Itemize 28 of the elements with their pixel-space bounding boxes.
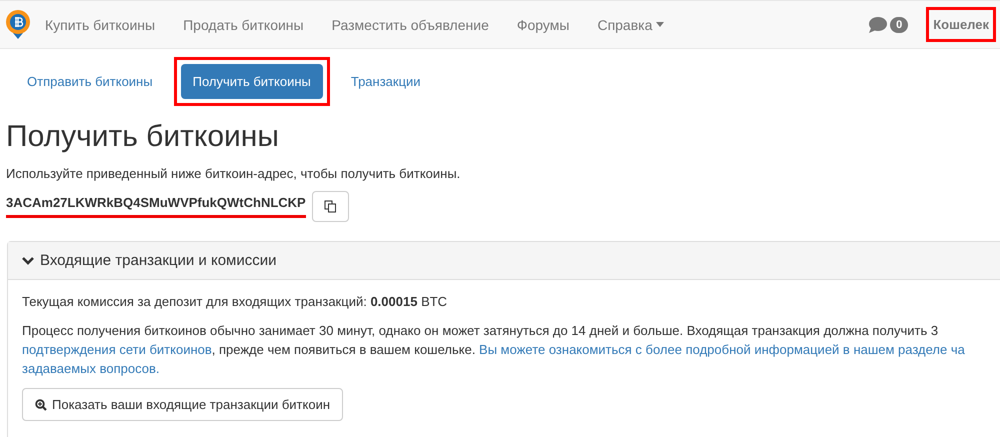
nav-link[interactable]: Продать биткоины (183, 16, 304, 32)
nav-link[interactable]: Форумы (516, 16, 570, 32)
nav-link[interactable]: Купить биткоины (45, 16, 156, 32)
copy-button[interactable] (312, 191, 349, 222)
intro-text: Используйте приведенный ниже биткоин-адрес, чтобы получить биткоины. (6, 166, 462, 181)
info-paragraph: Процесс получения биткоинов обычно занимает 30 минут, однако он может затянуться до 14 дней и больше. Входящая транзакция должна получить 3 подтверждения сети биткоинов, прежде чем появиться в вашем кошельке. Вы можете ознакомиться с более подробной информацией в нашем разделе ча задаваемых вопросов. (22, 322, 966, 378)
wallet-link[interactable]: Кошелек (926, 7, 996, 42)
faq-link[interactable]: подтверждения сети биткоинов (22, 342, 212, 357)
faq-link[interactable]: Вы можете ознакомиться с более подробной информацией в нашем разделе ча (479, 342, 965, 357)
panel-header[interactable]: Входящие транзакции и комиссии (8, 242, 1000, 280)
nav-link[interactable]: Справка (597, 16, 664, 32)
logo-icon[interactable] (5, 8, 31, 40)
chevron-icon (22, 256, 34, 266)
bitcoin-address: 3ACAm27LKWRkBQ4SMuWVPfukQWtChNLCKP (6, 195, 306, 218)
zoom-in-icon (35, 398, 47, 410)
copy-icon (324, 200, 337, 213)
speech-bubble-icon[interactable] (868, 16, 888, 34)
page-title: Получить биткоины (6, 120, 280, 154)
tab[interactable]: Получить биткоины (180, 64, 323, 99)
message-count-badge: 0 (890, 16, 908, 32)
show-transactions-button[interactable]: Показать ваши входящие транзакции биткоин (22, 388, 344, 421)
panel-title: Входящие транзакции и комиссии (40, 252, 276, 269)
tab[interactable]: Отправить биткоины (15, 64, 165, 99)
nav-link[interactable]: Разместить объявление (332, 16, 489, 32)
fee-text: Текущая комиссия за депозит для входящих транзакций: 0.00015 BTC (22, 294, 448, 309)
tab[interactable]: Транзакции (338, 64, 433, 99)
faq-link[interactable]: задаваемых вопросов. (22, 361, 160, 376)
caret-icon (656, 22, 664, 27)
